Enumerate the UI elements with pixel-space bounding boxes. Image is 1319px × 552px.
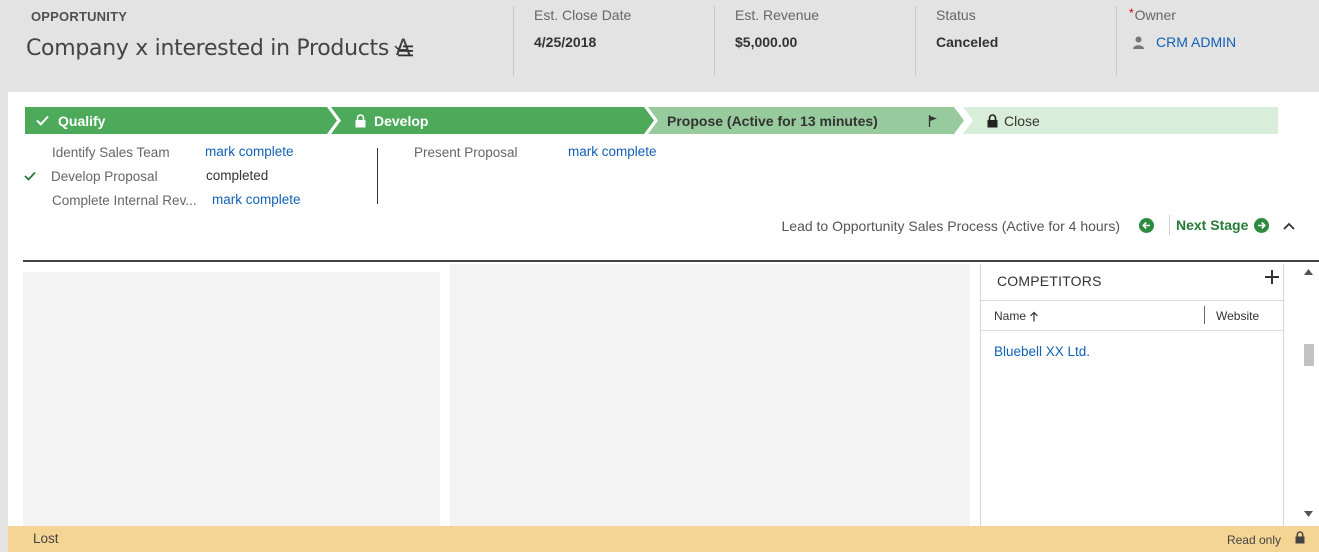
revenue-value: $5,000.00: [735, 34, 798, 50]
step-complete-internal-review-label: Complete Internal Rev...: [52, 193, 197, 208]
step-complete-internal-review-mark-complete[interactable]: mark complete: [212, 192, 301, 207]
chevron-up-icon[interactable]: [1282, 220, 1296, 232]
record-header: OPPORTUNITY Company x interested in Prod…: [0, 0, 1319, 92]
column-header-website[interactable]: Website: [1216, 309, 1259, 323]
grid-divider: [981, 300, 1283, 301]
step-present-proposal-mark-complete[interactable]: mark complete: [568, 144, 657, 159]
check-icon: [36, 115, 49, 126]
step-identify-sales-team-label: Identify Sales Team: [52, 145, 170, 160]
stage-bar-shapes: [25, 107, 1278, 134]
competitor-row-link[interactable]: Bluebell XX Ltd.: [994, 344, 1090, 359]
steps-divider: [377, 148, 378, 204]
status-value: Canceled: [936, 34, 999, 50]
lock-icon: [1295, 531, 1305, 544]
record-title: Company x interested in Products A: [26, 36, 411, 61]
scroll-thumb[interactable]: [1304, 344, 1314, 366]
grid-divider: [981, 330, 1283, 331]
competitors-subgrid: COMPETITORS Name Website Bluebell XX Ltd…: [980, 264, 1284, 526]
stage-label: Develop: [374, 112, 429, 129]
owner-link[interactable]: CRM ADMIN: [1129, 34, 1316, 50]
step-present-proposal-label: Present Proposal: [414, 145, 518, 160]
status-footer: Lost Read only: [8, 526, 1319, 552]
next-stage-label: Next Stage: [1176, 217, 1249, 233]
process-name: Lead to Opportunity Sales Process (Activ…: [781, 218, 1121, 234]
scroll-down-icon[interactable]: [1304, 511, 1313, 517]
owner-name[interactable]: CRM ADMIN: [1156, 34, 1236, 50]
entity-type-label: OPPORTUNITY: [31, 9, 128, 24]
revenue-label: Est. Revenue: [735, 7, 820, 23]
form-body: Qualify Develop Propose (Active for 13 m…: [8, 92, 1319, 526]
column-header-name[interactable]: Name: [994, 309, 1039, 323]
vertical-scrollbar[interactable]: [1301, 264, 1316, 526]
section-middle-placeholder: [450, 264, 970, 526]
stage-develop[interactable]: Develop: [355, 107, 428, 134]
stage-label: Propose (Active for 13 minutes): [667, 112, 878, 129]
lock-icon: [355, 113, 366, 127]
process-stage-bar: Qualify Develop Propose (Active for 13 m…: [25, 107, 1278, 134]
step-identify-sales-team-mark-complete[interactable]: mark complete: [205, 144, 294, 159]
stage-qualify[interactable]: Qualify: [36, 107, 105, 134]
record-status: Lost: [33, 531, 59, 546]
header-status: Status Canceled: [915, 6, 1115, 76]
header-owner: *Owner CRM ADMIN: [1116, 6, 1316, 76]
check-icon: [24, 171, 36, 181]
status-label: Status: [936, 7, 976, 23]
stage-close[interactable]: Close: [987, 107, 1040, 134]
section-left-placeholder: [23, 272, 440, 526]
column-name-label: Name: [994, 309, 1027, 323]
previous-stage-icon[interactable]: [1139, 218, 1154, 233]
required-mark: *: [1129, 6, 1134, 20]
scroll-up-icon[interactable]: [1304, 269, 1313, 275]
close-date-label: Est. Close Date: [534, 7, 632, 23]
step-develop-proposal-status: completed: [206, 168, 269, 183]
read-only-label: Read only: [1226, 533, 1281, 547]
stage-label: Qualify: [58, 112, 106, 129]
header-close-date: Est. Close Date 4/25/2018: [513, 6, 713, 76]
form-selector-icon[interactable]: [394, 44, 414, 58]
next-stage-icon: [1254, 217, 1270, 233]
flag-icon[interactable]: [928, 115, 938, 127]
add-icon[interactable]: [1265, 270, 1279, 284]
header-revenue: Est. Revenue $5,000.00: [714, 6, 914, 76]
section-divider: [23, 260, 1319, 262]
close-date-value: 4/25/2018: [534, 34, 597, 50]
stage-label: Close: [1004, 112, 1040, 129]
next-stage-button[interactable]: Next Stage: [1176, 217, 1270, 233]
column-separator[interactable]: [1204, 306, 1205, 324]
step-develop-proposal-label: Develop Proposal: [51, 169, 158, 184]
lock-icon: [987, 113, 998, 127]
nav-separator: [1169, 215, 1170, 235]
stage-propose-active[interactable]: Propose (Active for 13 minutes): [667, 107, 878, 134]
competitors-title: COMPETITORS: [997, 273, 1102, 289]
owner-label: *Owner: [1129, 6, 1176, 23]
sort-ascending-icon: [1030, 311, 1038, 321]
user-icon: [1133, 36, 1144, 49]
